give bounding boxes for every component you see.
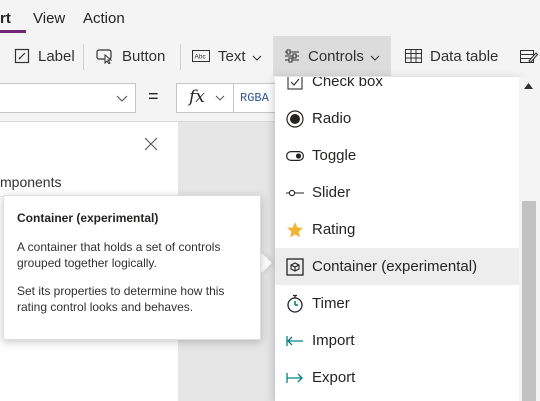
button-control-icon bbox=[96, 48, 114, 64]
button-button-text: Button bbox=[122, 47, 166, 65]
chevron-down-icon bbox=[215, 90, 225, 104]
menu-insert[interactable]: rt bbox=[0, 10, 11, 27]
menu-item-label: Rating bbox=[312, 221, 356, 238]
controls-button[interactable]: Controls bbox=[273, 36, 391, 76]
label-button-text: Label bbox=[38, 47, 75, 65]
scroll-up-arrow-icon[interactable] bbox=[524, 81, 533, 91]
menu-item-label: Export bbox=[312, 369, 356, 386]
table-icon bbox=[405, 49, 422, 63]
text-button[interactable]: Abc Text bbox=[192, 36, 262, 76]
radio-icon bbox=[285, 109, 305, 129]
checkbox-icon bbox=[285, 77, 305, 92]
form-button[interactable] bbox=[520, 36, 540, 76]
text-box-icon: Abc bbox=[192, 50, 210, 62]
scrollbar-thumb[interactable] bbox=[522, 201, 536, 401]
menu-insert-underline bbox=[0, 30, 26, 33]
menu-item-export[interactable]: Export bbox=[275, 359, 519, 396]
menu-item-label: Slider bbox=[312, 184, 351, 201]
tooltip-description: A container that holds a set of controls… bbox=[17, 240, 221, 270]
import-icon bbox=[285, 331, 305, 351]
menu-item-check-box[interactable]: Check box bbox=[275, 77, 519, 100]
control-tooltip: Container (experimental) A container tha… bbox=[3, 195, 261, 340]
dropdown-scrollbar[interactable] bbox=[519, 77, 540, 401]
text-button-label: Text bbox=[218, 47, 246, 65]
menu-item-toggle[interactable]: Toggle bbox=[275, 137, 519, 174]
label-button[interactable]: Label bbox=[14, 36, 75, 76]
ribbon: Label Button Abc Text Controls Data tabl… bbox=[0, 36, 540, 78]
menu-action[interactable]: Action bbox=[83, 10, 125, 27]
chevron-down-icon bbox=[116, 89, 128, 106]
container-icon bbox=[285, 257, 305, 277]
fx-button[interactable]: fx bbox=[176, 83, 234, 113]
menu-item-label: Check box bbox=[312, 77, 383, 90]
menu-item-label: Import bbox=[312, 332, 355, 349]
menu-item-label: Toggle bbox=[312, 147, 357, 164]
data-table-label: Data table bbox=[430, 47, 499, 65]
menu-view[interactable]: View bbox=[33, 10, 65, 27]
menu-item-import[interactable]: Import bbox=[275, 322, 519, 359]
menu-item-rating[interactable]: Rating bbox=[275, 211, 519, 248]
menu-item-container[interactable]: Container (experimental) bbox=[275, 248, 519, 285]
ribbon-separator bbox=[83, 44, 84, 70]
equals-sign: = bbox=[148, 86, 159, 106]
data-table-button[interactable]: Data table bbox=[405, 36, 498, 76]
formula-value: RGBA bbox=[240, 91, 269, 105]
menu-item-slider[interactable]: Slider bbox=[275, 174, 519, 211]
label-edit-icon bbox=[14, 48, 30, 64]
toggle-icon bbox=[285, 146, 305, 166]
components-label: mponents bbox=[0, 174, 62, 190]
star-icon bbox=[285, 220, 305, 240]
menu-bar: rt View Action bbox=[0, 0, 540, 36]
tooltip-title: Container (experimental) bbox=[17, 211, 159, 225]
slider-icon bbox=[285, 183, 305, 203]
controls-slider-icon bbox=[284, 49, 300, 63]
controls-button-label: Controls bbox=[308, 47, 364, 65]
menu-item-timer[interactable]: Timer bbox=[275, 285, 519, 322]
export-icon bbox=[285, 368, 305, 388]
menu-item-label: Timer bbox=[312, 295, 350, 312]
chevron-down-icon bbox=[252, 48, 262, 65]
menu-item-label: Radio bbox=[312, 110, 352, 127]
timer-icon bbox=[285, 294, 305, 314]
button-button[interactable]: Button bbox=[96, 36, 165, 76]
controls-dropdown-menu: Check box Radio Toggle Slider Rating Con… bbox=[275, 77, 519, 401]
tooltip-hint: Set its properties to determine how this… bbox=[17, 284, 225, 314]
chevron-down-icon bbox=[370, 48, 380, 65]
menu-item-label: Container (experimental) bbox=[312, 258, 478, 275]
form-edit-icon bbox=[520, 48, 538, 64]
fx-icon: fx bbox=[189, 87, 205, 107]
menu-item-radio[interactable]: Radio bbox=[275, 100, 519, 137]
svg-text:Abc: Abc bbox=[195, 54, 207, 61]
property-dropdown[interactable] bbox=[0, 83, 136, 113]
ribbon-separator bbox=[180, 44, 181, 70]
close-icon[interactable] bbox=[144, 134, 158, 157]
